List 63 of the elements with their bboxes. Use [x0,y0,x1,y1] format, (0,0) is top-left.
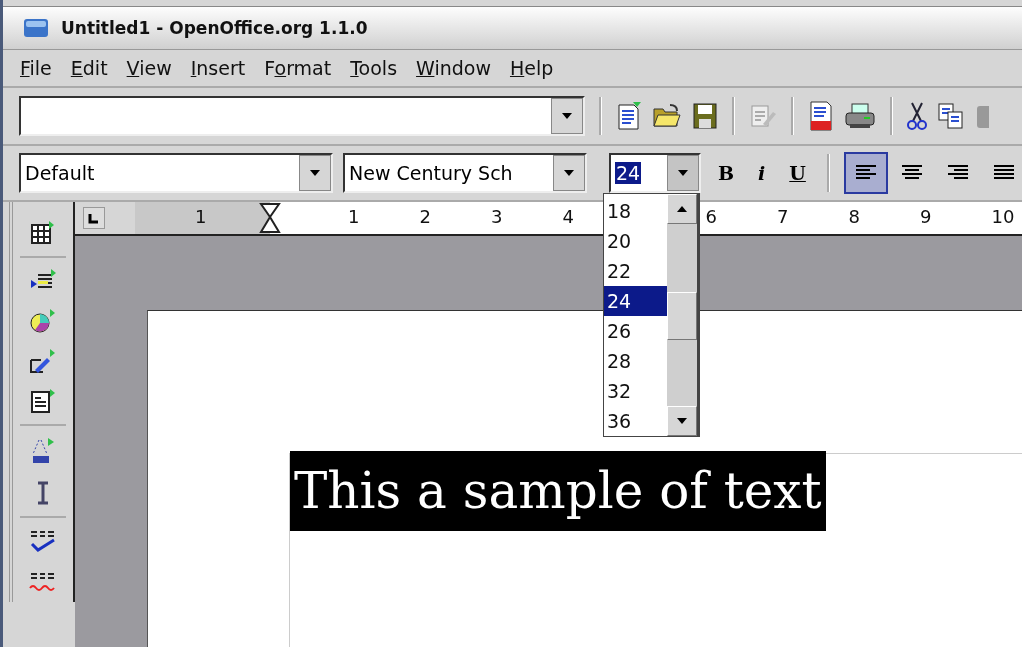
font-size-option[interactable]: 18 [604,196,667,226]
align-justify-icon[interactable] [992,164,1015,182]
caret-icon[interactable] [563,169,575,177]
ruler-label: 1 [348,206,360,227]
window-title: Untitled1 - OpenOffice.org 1.1.0 [61,18,368,38]
ruler-label: 2 [419,206,431,227]
table-icon[interactable] [30,220,56,246]
font-size-dropdown-menu[interactable]: 18 20 22 24 26 28 32 36 [603,193,700,437]
menu-item[interactable]: Edit [70,57,108,79]
caret-icon[interactable] [677,169,689,177]
font-size-option[interactable]: 20 [604,226,667,256]
ruler-label: 10 [991,206,1015,227]
draw-pencil-icon[interactable] [29,348,57,374]
align-right-icon[interactable] [946,164,969,182]
font-name-combo[interactable]: New Century Sch [343,153,587,193]
pdf-export-icon[interactable] [808,100,834,132]
menu-item[interactable]: View [126,57,172,79]
pie-chart-icon[interactable] [29,308,57,334]
cut-icon[interactable] [907,101,927,131]
paragraph-style-combo[interactable]: Default [19,153,333,193]
tab-stop-button[interactable] [83,207,105,229]
align-center-icon[interactable] [900,164,923,182]
menu-item[interactable]: Insert [190,57,246,79]
ruler-label: 6 [705,206,717,227]
down-arrow-icon[interactable] [676,417,688,425]
menu-item[interactable]: Window [416,57,491,79]
up-arrow-icon[interactable] [676,205,688,213]
font-size-option[interactable]: 22 [604,256,667,286]
caret-icon[interactable] [309,169,321,177]
menu-item[interactable]: Tools [350,57,398,79]
window-icon [23,18,49,38]
menu-item[interactable]: Format [264,57,332,79]
ruler-label: 7 [777,206,789,227]
font-size-option[interactable]: 36 [604,406,667,436]
new-document-icon[interactable] [616,101,642,131]
font-size-option[interactable]: 24 [604,286,667,316]
indent-marker[interactable] [259,202,281,234]
scroll-thumb[interactable] [667,292,697,340]
ruler-label: 9 [920,206,932,227]
ruler-label: 8 [848,206,860,227]
align-left-icon[interactable] [854,164,877,182]
ruler-label: 3 [491,206,503,227]
underline-button[interactable]: U [782,162,813,184]
font-size-option[interactable]: 32 [604,376,667,406]
ruler-label: 4 [562,206,574,227]
form-icon[interactable] [29,388,57,414]
caret-icon[interactable] [561,112,573,120]
align-left-button[interactable] [843,152,888,194]
copy-icon[interactable] [937,102,965,130]
font-size-option[interactable]: 26 [604,316,667,346]
font-size-option[interactable]: 28 [604,346,667,376]
scrollbar[interactable] [667,194,697,436]
print-icon[interactable] [844,102,876,130]
italic-button[interactable]: i [751,162,773,184]
ruler-label: 1 [195,206,207,227]
save-icon[interactable] [692,102,718,130]
url-field[interactable] [19,96,585,136]
document-text[interactable]: This a sample of text [290,451,826,531]
open-folder-icon[interactable] [652,103,682,129]
bold-button[interactable]: B [711,162,742,184]
font-size-combo[interactable]: 24 [609,153,701,193]
menu-item[interactable]: Help [509,57,554,79]
menu-item[interactable]: File [20,57,52,79]
